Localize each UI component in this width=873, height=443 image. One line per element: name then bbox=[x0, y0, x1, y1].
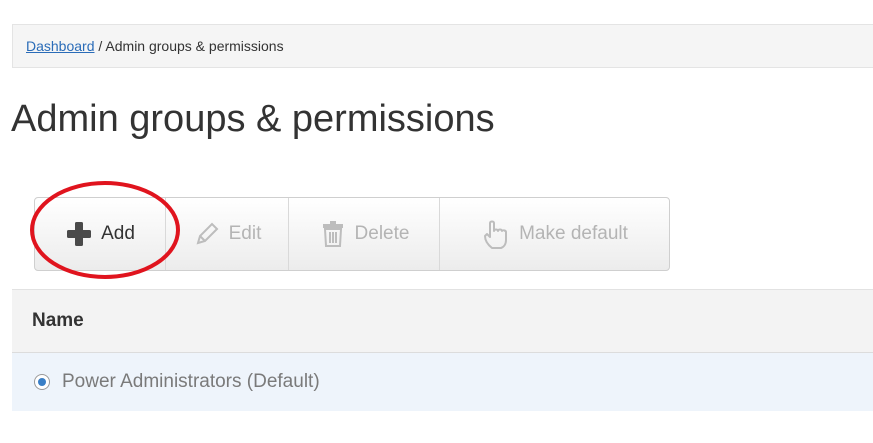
row-select-radio[interactable] bbox=[34, 374, 50, 390]
add-button[interactable]: Add bbox=[35, 198, 165, 270]
add-button-label: Add bbox=[101, 223, 135, 244]
edit-button[interactable]: Edit bbox=[165, 198, 288, 270]
breadcrumb: Dashboard / Admin groups & permissions bbox=[12, 24, 873, 68]
make-default-button-label: Make default bbox=[519, 223, 628, 244]
page-title: Admin groups & permissions bbox=[11, 98, 495, 140]
breadcrumb-dashboard-link[interactable]: Dashboard bbox=[26, 38, 95, 54]
group-name: Power Administrators (Default) bbox=[62, 371, 320, 392]
table-row[interactable]: Power Administrators (Default) bbox=[12, 353, 873, 411]
pencil-icon bbox=[193, 220, 221, 248]
delete-button-label: Delete bbox=[354, 223, 410, 244]
table-header-name: Name bbox=[12, 289, 873, 353]
plus-icon bbox=[65, 220, 93, 248]
hand-pointer-icon bbox=[481, 218, 511, 250]
edit-button-label: Edit bbox=[228, 223, 262, 244]
action-toolbar: Add Edit Delete Make default bbox=[34, 197, 670, 271]
trash-icon bbox=[319, 220, 347, 248]
breadcrumb-current: Admin groups & permissions bbox=[105, 38, 284, 54]
delete-button[interactable]: Delete bbox=[288, 198, 439, 270]
radio-selected-dot bbox=[38, 378, 46, 386]
make-default-button[interactable]: Make default bbox=[439, 198, 669, 270]
breadcrumb-separator: / bbox=[94, 38, 106, 54]
